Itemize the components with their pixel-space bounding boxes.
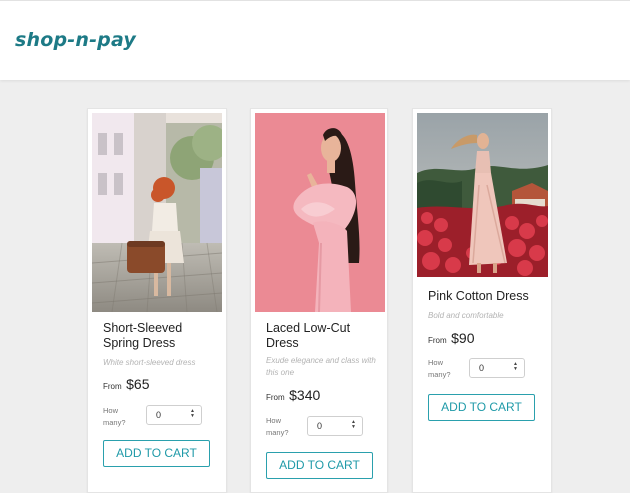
- product-card: Short-Sleeved Spring Dress White short-s…: [87, 108, 227, 493]
- product-price-row: From $340: [266, 387, 320, 405]
- quantity-label: How many?: [266, 416, 289, 437]
- price-prefix: From: [428, 336, 447, 345]
- add-to-cart-button[interactable]: ADD TO CART: [266, 452, 373, 479]
- quantity-label: How many?: [103, 406, 126, 427]
- product-description: White short-sleeved dress: [103, 358, 196, 367]
- product-price-row: From $65: [103, 376, 149, 394]
- quantity-select[interactable]: 0 ▲ ▼: [146, 405, 202, 425]
- select-arrows-icon: ▲ ▼: [513, 361, 518, 372]
- product-price: $340: [289, 387, 321, 403]
- product-name: Short-Sleeved Spring Dress: [103, 321, 183, 350]
- product-image[interactable]: [92, 113, 222, 312]
- product-name: Pink Cotton Dress: [428, 289, 529, 303]
- product-name: Laced Low-Cut Dress: [266, 321, 351, 350]
- quantity-select[interactable]: 0 ▲ ▼: [307, 416, 363, 436]
- price-prefix: From: [266, 393, 285, 402]
- product-description: Exude elegance and class with this one: [266, 356, 376, 377]
- add-to-cart-button[interactable]: ADD TO CART: [428, 394, 535, 421]
- brand-logo[interactable]: shop-n-pay: [15, 29, 136, 51]
- add-to-cart-button[interactable]: ADD TO CART: [103, 440, 210, 467]
- select-arrows-icon: ▲ ▼: [351, 419, 356, 430]
- product-description: Bold and comfortable: [428, 311, 504, 320]
- quantity-value: 0: [479, 363, 485, 373]
- quantity-select[interactable]: 0 ▲ ▼: [469, 358, 525, 378]
- top-navbar: shop-n-pay: [0, 0, 630, 80]
- quantity-value: 0: [317, 421, 323, 431]
- quantity-value: 0: [156, 410, 162, 420]
- product-card: Laced Low-Cut Dress Exude elegance and c…: [250, 108, 388, 493]
- product-price: $65: [126, 376, 150, 392]
- select-arrows-icon: ▲ ▼: [190, 408, 195, 419]
- price-prefix: From: [103, 382, 122, 391]
- product-price: $90: [451, 330, 475, 346]
- product-image[interactable]: [417, 113, 548, 277]
- product-price-row: From $90: [428, 330, 474, 348]
- product-card: Pink Cotton Dress Bold and comfortable F…: [412, 108, 552, 493]
- product-image[interactable]: [255, 113, 385, 312]
- quantity-label: How many?: [428, 358, 451, 379]
